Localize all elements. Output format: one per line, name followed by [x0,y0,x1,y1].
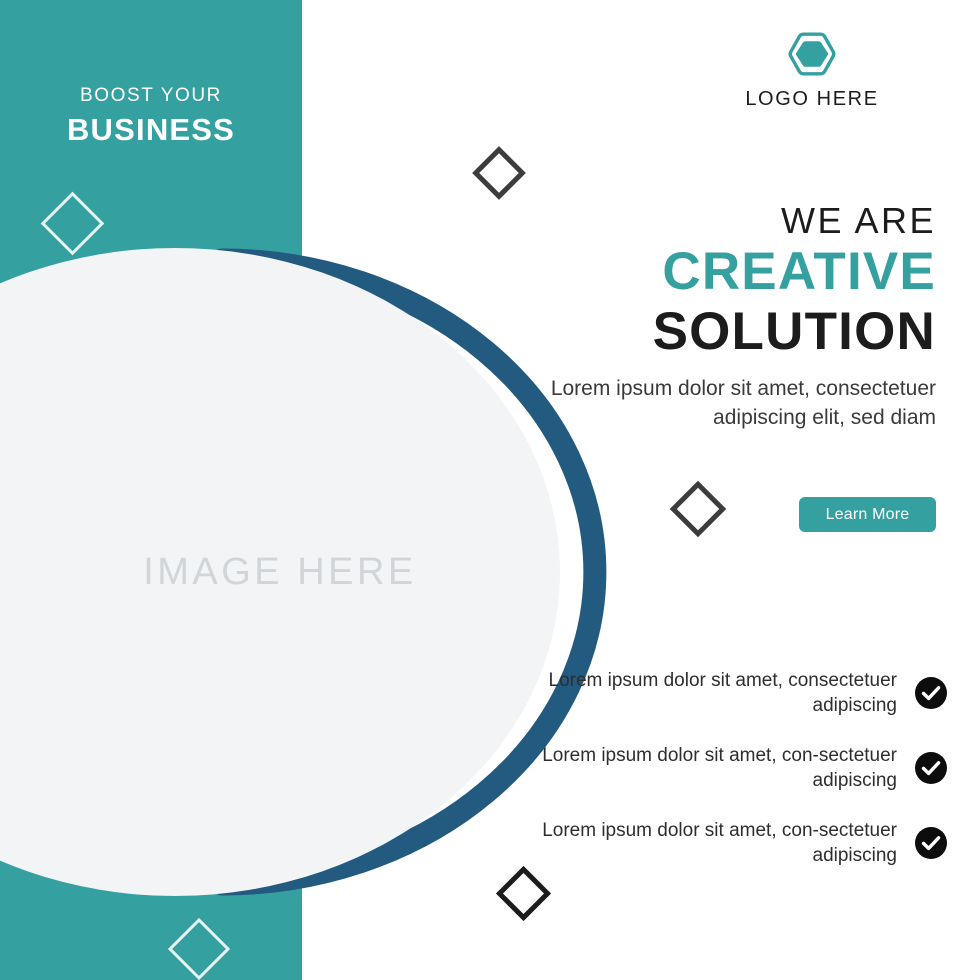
tagline-block: BOOST YOUR BUSINESS [0,84,302,150]
diamond-outline-dark-middle-icon [669,480,727,538]
image-circle-group: IMAGE HERE [0,248,607,896]
image-placeholder-circle[interactable]: IMAGE HERE [0,248,560,896]
tagline-small: BOOST YOUR [80,85,222,106]
logo-text: LOGO HERE [745,88,879,110]
list-item: Lorem ipsum dolor sit amet, con-sectetue… [500,743,948,793]
subheading-paragraph: Lorem ipsum dolor sit amet, consectetuer… [550,377,936,430]
hexagon-icon [788,32,836,76]
poster-canvas: BOOST YOUR BUSINESS IMAGE HERE LOGO HERE… [0,0,980,980]
headline-line-2: CREATIVE [662,242,936,302]
check-circle-icon [915,752,947,785]
check-circle-icon [915,827,947,860]
logo-block[interactable]: LOGO HERE [682,30,942,111]
diamond-outline-dark-top-icon [472,146,526,200]
feature-text: Lorem ipsum dolor sit amet, con-sectetue… [542,820,897,867]
headline-line-3: SOLUTION [652,301,936,361]
list-item: Lorem ipsum dolor sit amet, consectetuer… [500,668,948,718]
list-item: Lorem ipsum dolor sit amet, con-sectetue… [500,818,948,868]
feature-text: Lorem ipsum dolor sit amet, consectetuer… [548,670,898,717]
learn-more-button[interactable]: Learn More [799,497,936,532]
tagline-large: BUSINESS [66,111,236,147]
image-placeholder-label: IMAGE HERE [143,550,417,593]
headline-line-1: WE ARE [780,200,936,241]
check-circle-icon [915,677,947,710]
headline-block: WE ARE CREATIVE SOLUTION Lorem ipsum dol… [516,200,936,433]
feature-text: Lorem ipsum dolor sit amet, con-sectetue… [542,745,897,792]
feature-list: Lorem ipsum dolor sit amet, consectetuer… [500,668,948,893]
